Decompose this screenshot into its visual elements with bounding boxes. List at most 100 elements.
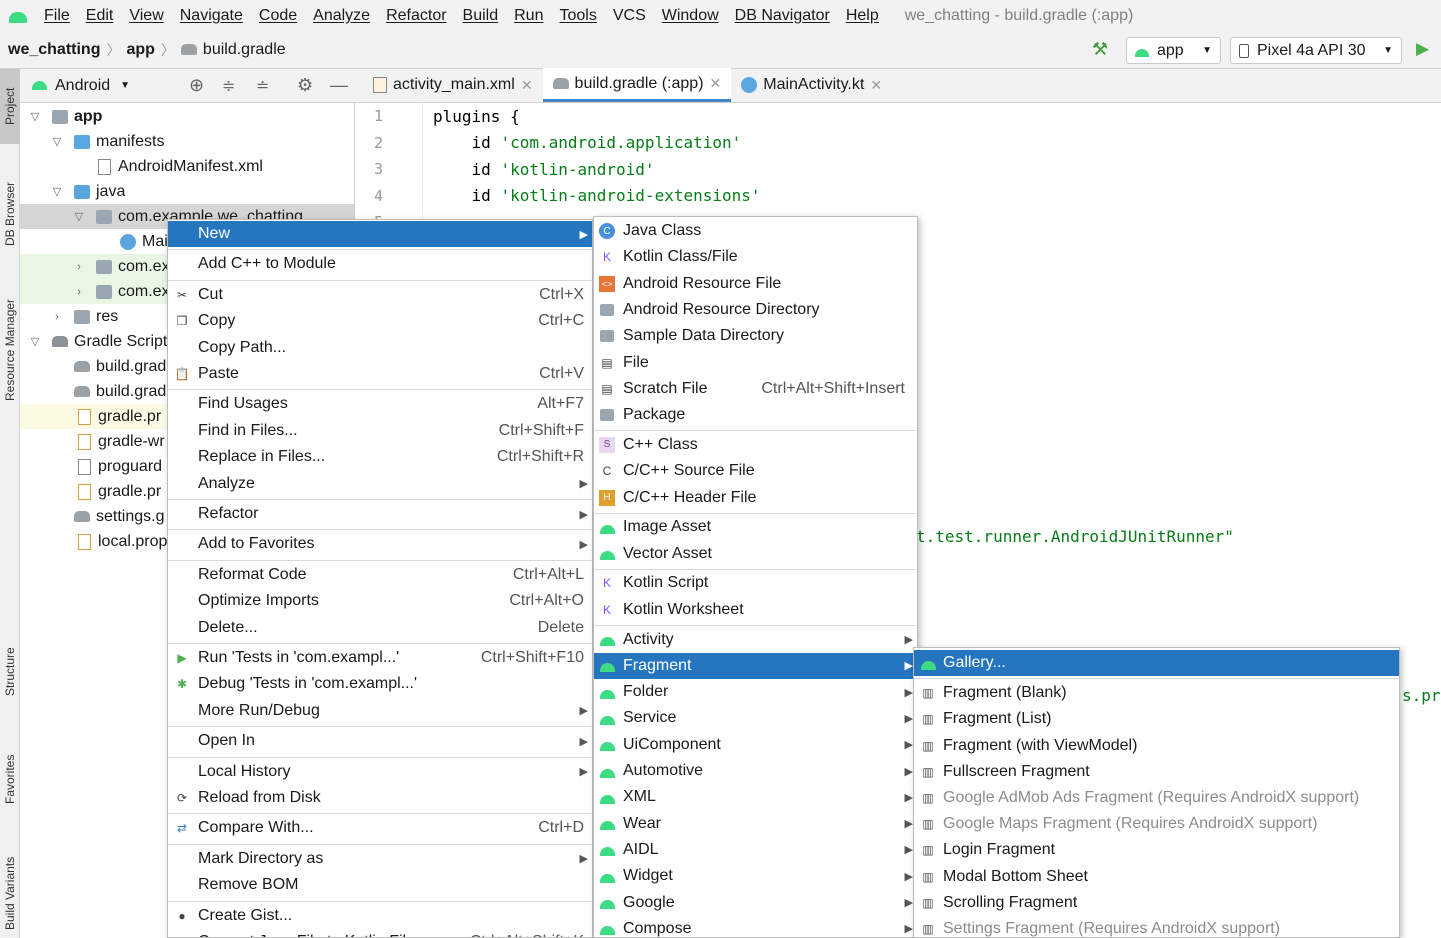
context-menu-item-find-in-files[interactable]: Find in Files... Ctrl+Shift+F — [168, 418, 592, 444]
context-menu-item-debug-tests-in-com-exampl[interactable]: ✱ Debug 'Tests in 'com.exampl...' — [168, 671, 592, 697]
tool-tab-structure[interactable]: Structure — [0, 639, 20, 704]
chevron-down-icon[interactable]: ▽ — [50, 185, 64, 198]
new-item-google[interactable]: Google ▶ — [594, 890, 917, 916]
new-item-fragment[interactable]: Fragment ▶ — [594, 652, 917, 679]
context-menu-item-cut[interactable]: ✂ Cut Ctrl+X — [168, 282, 592, 308]
menu-file[interactable]: File — [36, 7, 78, 25]
tool-tab-db-browser[interactable]: DB Browser — [0, 169, 20, 259]
context-menu-item-open-in[interactable]: Open In ▶ — [168, 728, 592, 754]
new-item-kotlin-script[interactable]: K Kotlin Script — [594, 570, 917, 596]
menu-view[interactable]: View — [121, 7, 171, 25]
new-item-c-class[interactable]: S C++ Class — [594, 432, 917, 458]
tool-tab-build-variants[interactable]: Build Variants — [0, 849, 20, 938]
new-item-package[interactable]: Package — [594, 402, 917, 428]
context-menu-item-more-run-debug[interactable]: More Run/Debug ▶ — [168, 698, 592, 724]
new-item-activity[interactable]: Activity ▶ — [594, 627, 917, 653]
new-item-kotlin-class-file[interactable]: K Kotlin Class/File — [594, 244, 917, 270]
menu-edit[interactable]: Edit — [78, 7, 122, 25]
new-item-android-resource-directory[interactable]: Android Resource Directory — [594, 297, 917, 323]
tab-activity-main-xml[interactable]: activity_main.xml ✕ — [363, 68, 543, 102]
chevron-right-icon[interactable]: › — [50, 311, 64, 323]
chevron-down-icon[interactable]: ▽ — [28, 110, 42, 123]
tool-tab-resource-manager[interactable]: Resource Manager — [0, 287, 20, 412]
chevron-right-icon[interactable]: › — [72, 261, 86, 273]
context-menu-item-copy-path[interactable]: Copy Path... — [168, 335, 592, 361]
context-menu-item-replace-in-files[interactable]: Replace in Files... Ctrl+Shift+R — [168, 444, 592, 470]
new-item-image-asset[interactable]: Image Asset — [594, 514, 917, 540]
menu-tools[interactable]: Tools — [551, 7, 604, 25]
context-menu-item-reformat-code[interactable]: Reformat Code Ctrl+Alt+L — [168, 562, 592, 588]
new-item-sample-data-directory[interactable]: Sample Data Directory — [594, 323, 917, 349]
fragment-item-google-maps-fragment-requires-androidx-support[interactable]: ▥ Google Maps Fragment (Requires AndroidX… — [914, 811, 1399, 837]
context-menu-item-add-c-to-module[interactable]: Add C++ to Module — [168, 251, 592, 277]
chevron-down-icon[interactable]: ▽ — [28, 335, 42, 348]
menu-window[interactable]: Window — [654, 7, 727, 25]
menu-db-navigator[interactable]: DB Navigator — [727, 7, 838, 25]
new-item-vector-asset[interactable]: Vector Asset — [594, 541, 917, 567]
tree-item[interactable]: AndroidManifest.xml — [20, 154, 354, 179]
tree-item[interactable]: ▽ manifests — [20, 129, 354, 154]
new-item-uicomponent[interactable]: UiComponent ▶ — [594, 732, 917, 758]
tree-item[interactable]: ▽ java — [20, 179, 354, 204]
fragment-item-fragment-list[interactable]: ▥ Fragment (List) — [914, 706, 1399, 732]
new-item-widget[interactable]: Widget ▶ — [594, 863, 917, 889]
fragment-item-gallery[interactable]: Gallery... — [914, 650, 1399, 676]
context-menu-item-compare-with[interactable]: ⇄ Compare With... Ctrl+D — [168, 815, 592, 841]
context-menu-item-analyze[interactable]: Analyze ▶ — [168, 471, 592, 497]
hide-icon[interactable]: — — [330, 75, 348, 96]
breadcrumb-project[interactable]: we_chatting — [8, 41, 100, 59]
close-icon[interactable]: ✕ — [710, 75, 722, 92]
context-menu-item-run-tests-in-com-exampl[interactable]: ▶ Run 'Tests in 'com.exampl...' Ctrl+Shift… — [168, 645, 592, 671]
new-item-kotlin-worksheet[interactable]: K Kotlin Worksheet — [594, 597, 917, 623]
menu-navigate[interactable]: Navigate — [172, 7, 251, 25]
context-menu-item-add-to-favorites[interactable]: Add to Favorites ▶ — [168, 531, 592, 557]
fragment-item-fullscreen-fragment[interactable]: ▥ Fullscreen Fragment — [914, 759, 1399, 785]
run-play-icon[interactable]: ▶ — [1416, 39, 1429, 59]
locate-icon[interactable]: ⊕ — [189, 75, 204, 96]
run-config-selector[interactable]: app ▼ — [1126, 37, 1221, 64]
context-menu-item-reload-from-disk[interactable]: ⟳ Reload from Disk — [168, 785, 592, 811]
tree-item[interactable]: ▽ app — [20, 104, 354, 129]
tool-tab-project[interactable]: Project — [0, 69, 20, 144]
fragment-item-fragment-blank[interactable]: ▥ Fragment (Blank) — [914, 680, 1399, 706]
tab-build-gradle-app[interactable]: build.gradle (:app) ✕ — [542, 68, 732, 102]
new-item-c-c-header-file[interactable]: H C/C++ Header File — [594, 485, 917, 511]
menu-vcs[interactable]: VCS — [605, 7, 654, 25]
project-view-selector[interactable]: Android — [55, 77, 110, 95]
new-item-wear[interactable]: Wear ▶ — [594, 811, 917, 837]
collapse-all-icon[interactable]: ≐ — [256, 76, 269, 96]
menu-code[interactable]: Code — [251, 7, 305, 25]
close-icon[interactable]: ✕ — [521, 77, 533, 94]
context-menu-item-local-history[interactable]: Local History ▶ — [168, 759, 592, 785]
tab-main-activity-kt[interactable]: MainActivity.kt ✕ — [731, 68, 892, 102]
fragment-item-fragment-with-viewmodel[interactable]: ▥ Fragment (with ViewModel) — [914, 733, 1399, 759]
build-hammer-icon[interactable]: ⚒ — [1092, 39, 1108, 60]
context-menu-item-remove-bom[interactable]: Remove BOM — [168, 872, 592, 898]
new-item-service[interactable]: Service ▶ — [594, 705, 917, 731]
context-menu-item-copy[interactable]: ❐ Copy Ctrl+C — [168, 308, 592, 334]
breadcrumb-file[interactable]: build.gradle — [203, 41, 286, 59]
menu-help[interactable]: Help — [838, 7, 887, 25]
context-menu-item-mark-directory-as[interactable]: Mark Directory as ▶ — [168, 846, 592, 872]
chevron-down-icon[interactable]: ▽ — [50, 135, 64, 148]
new-item-automotive[interactable]: Automotive ▶ — [594, 758, 917, 784]
context-menu-item-create-gist[interactable]: ● Create Gist... — [168, 903, 592, 929]
new-item-xml[interactable]: XML ▶ — [594, 784, 917, 810]
fragment-item-settings-fragment-requires-androidx-support[interactable]: ▥ Settings Fragment (Requires AndroidX su… — [914, 916, 1399, 937]
new-item-scratch-file[interactable]: ▤ Scratch File Ctrl+Alt+Shift+Insert — [594, 376, 917, 402]
gear-icon[interactable]: ⚙ — [297, 75, 313, 96]
context-menu-item-delete[interactable]: Delete... Delete — [168, 615, 592, 641]
context-menu-item-optimize-imports[interactable]: Optimize Imports Ctrl+Alt+O — [168, 588, 592, 614]
tool-tab-favorites[interactable]: Favorites — [0, 747, 20, 812]
expand-all-icon[interactable]: ≑ — [222, 76, 235, 96]
new-item-file[interactable]: ▤ File — [594, 350, 917, 376]
new-item-c-c-source-file[interactable]: C C/C++ Source File — [594, 458, 917, 484]
fragment-item-modal-bottom-sheet[interactable]: ▥ Modal Bottom Sheet — [914, 864, 1399, 890]
close-icon[interactable]: ✕ — [870, 77, 882, 94]
new-item-android-resource-file[interactable]: <> Android Resource File — [594, 271, 917, 297]
chevron-down-icon[interactable]: ▼ — [120, 80, 130, 91]
breadcrumb-module[interactable]: app — [126, 41, 154, 59]
context-menu-item-paste[interactable]: 📋 Paste Ctrl+V — [168, 361, 592, 387]
menu-analyze[interactable]: Analyze — [305, 7, 378, 25]
new-item-aidl[interactable]: AIDL ▶ — [594, 837, 917, 863]
